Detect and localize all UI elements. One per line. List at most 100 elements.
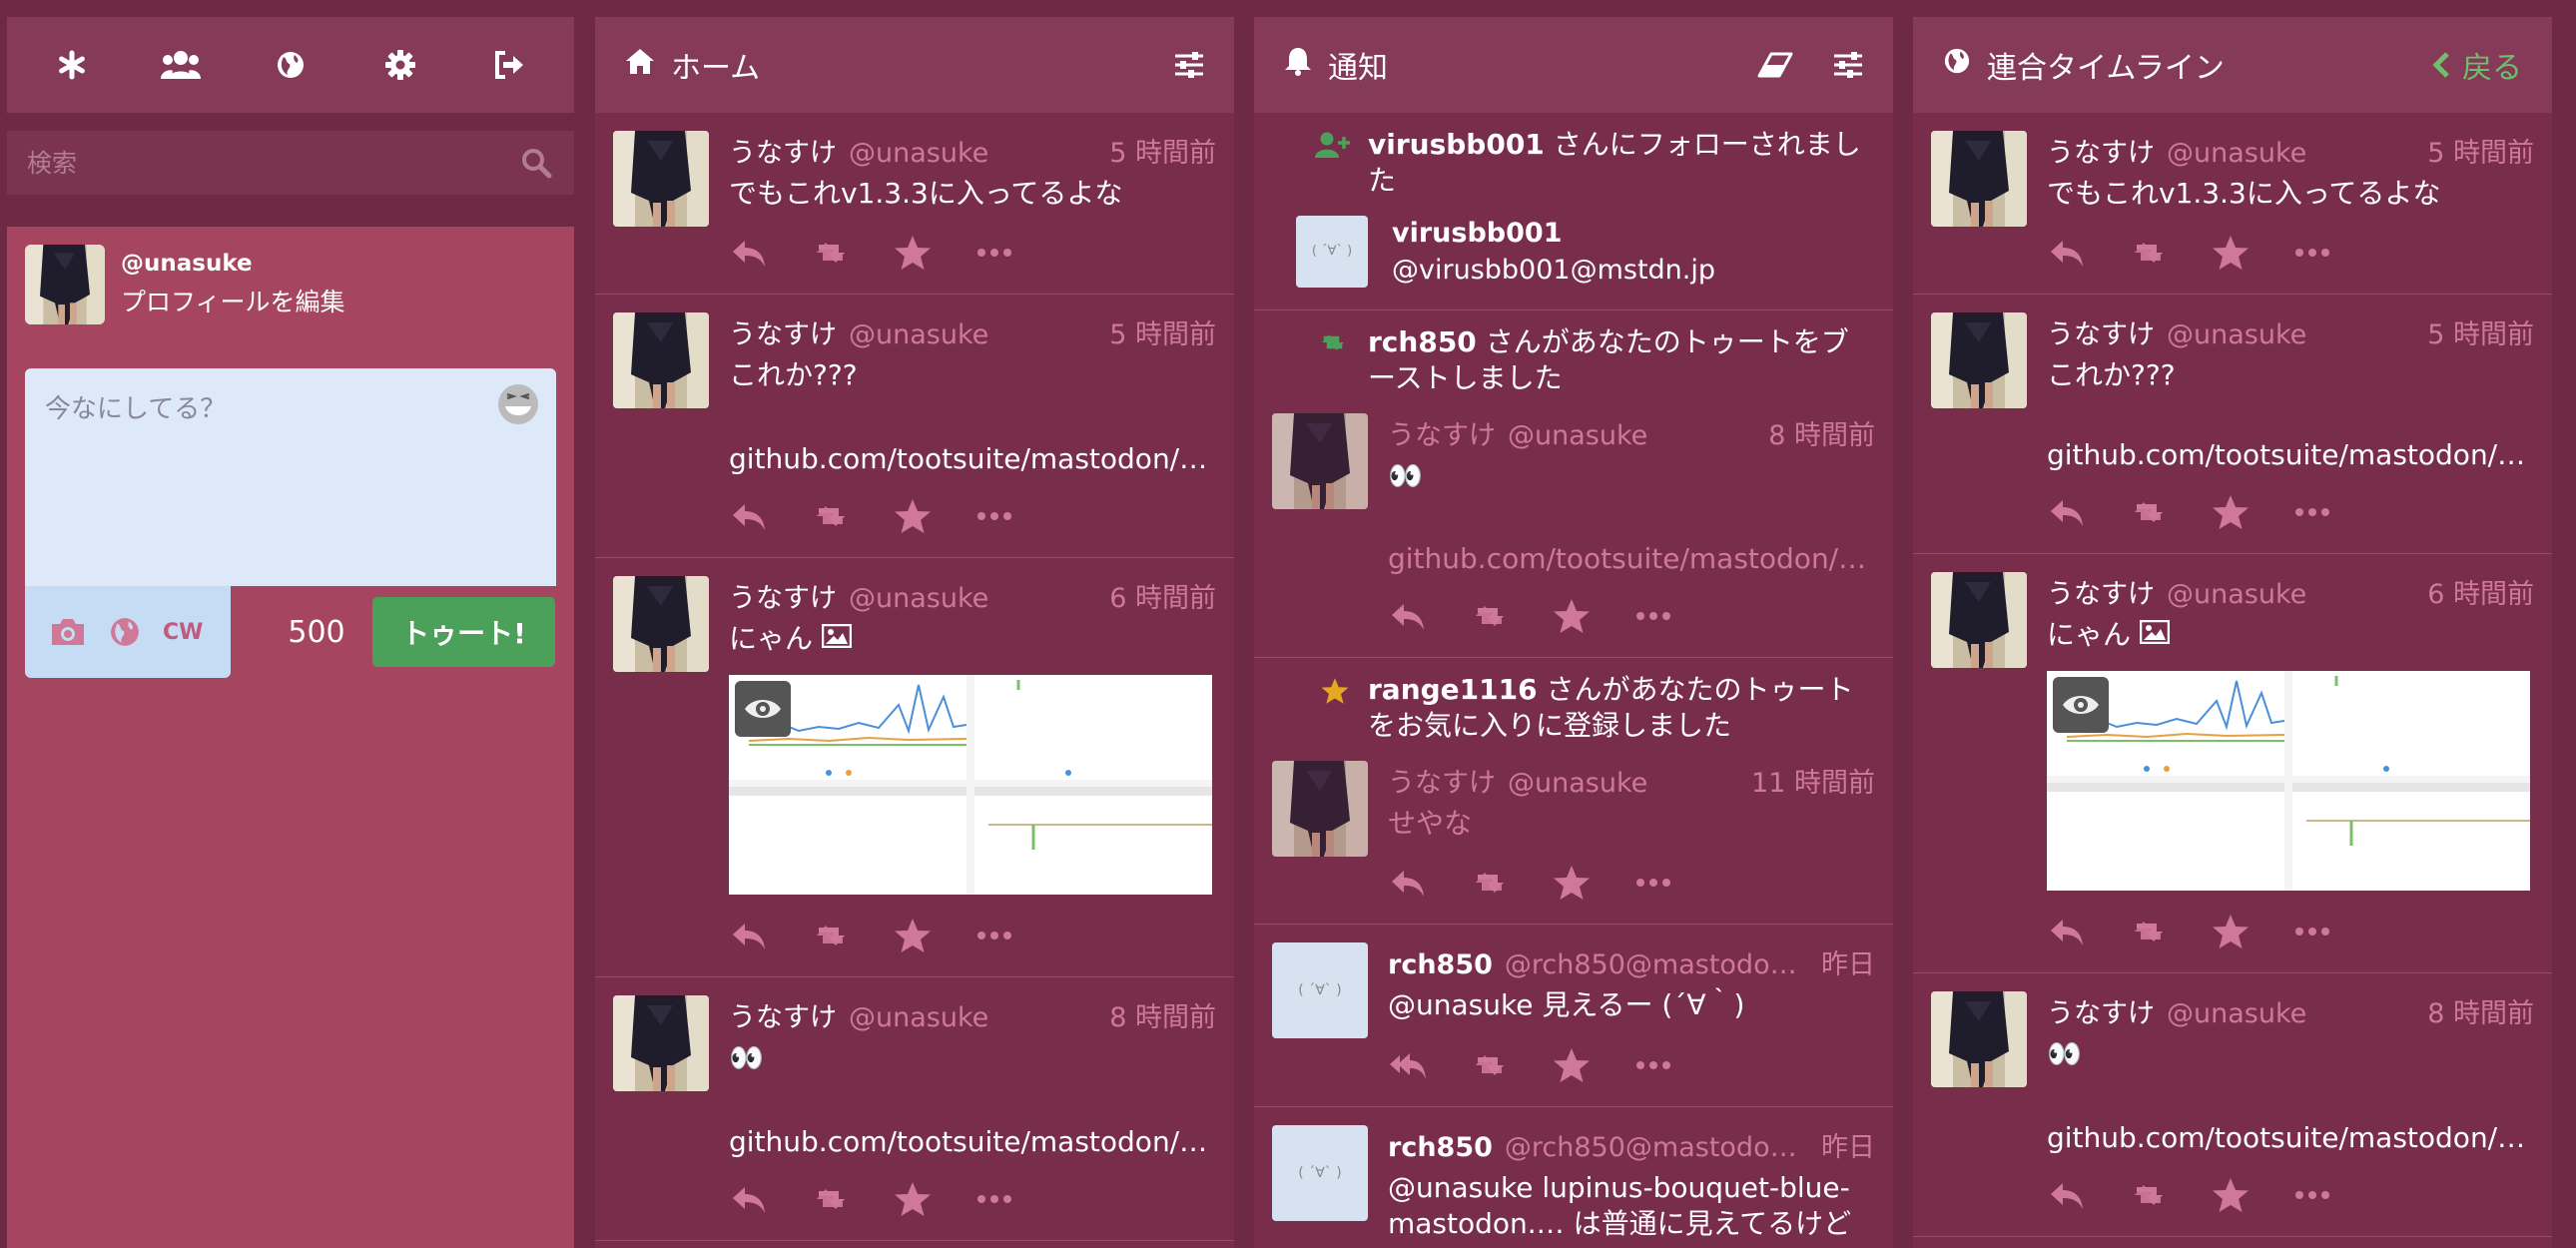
avatar[interactable] (1931, 572, 2027, 668)
federated-column-header[interactable]: 連合タイムライン 戻る (1913, 17, 2552, 113)
timestamp[interactable]: 11 時間前 (1751, 761, 1875, 800)
favourite-icon[interactable] (2211, 907, 2260, 956)
avatar[interactable] (25, 245, 105, 324)
favourite-icon[interactable] (893, 911, 943, 960)
account-handle[interactable]: @unasuke (2167, 998, 2417, 1029)
favourite-icon[interactable] (1552, 1040, 1602, 1090)
display-name[interactable]: うなすけ (1388, 761, 1496, 800)
avatar[interactable] (1931, 131, 2027, 227)
notification-favourite[interactable]: range1116 さんがあなたのトゥートをお気に入りに登録しました うなすけ @… (1254, 658, 1893, 926)
display-name[interactable]: うなすけ (2047, 312, 2155, 351)
follower-account-card[interactable]: ( ´∀` ) virusbb001 @virusbb001@mstdn.jp (1272, 200, 1875, 310)
account-handle[interactable]: @unasuke (2167, 319, 2417, 350)
content-warning-toggle[interactable]: CW (163, 620, 203, 645)
notification-user[interactable]: range1116 (1368, 673, 1538, 706)
avatar[interactable]: ( ´∀` ) (1272, 942, 1368, 1039)
edit-profile-link[interactable]: プロフィールを編集 (121, 283, 345, 318)
status-item[interactable]: うなすけ @unasuke 6 時間前 にゃん (1913, 554, 2552, 974)
column-settings-icon[interactable] (1174, 52, 1204, 78)
more-icon[interactable] (974, 491, 1024, 541)
eye-icon[interactable] (2053, 677, 2109, 734)
timestamp[interactable]: 8 時間前 (1109, 995, 1216, 1034)
status-link[interactable]: github.com/tootsuite/mastodon/… (1388, 542, 1875, 575)
back-button[interactable]: 戻る (2432, 43, 2522, 87)
display-name[interactable]: うなすけ (729, 312, 837, 351)
reply-icon[interactable] (1388, 591, 1438, 641)
logout-icon[interactable] (479, 35, 539, 95)
status-item[interactable]: うなすけ @unasuke 5 時間前 でもこれv1.3.3に入ってるよな (1913, 113, 2552, 296)
display-name[interactable]: うなすけ (2047, 131, 2155, 170)
reply-icon[interactable] (729, 228, 779, 278)
reply-icon[interactable] (729, 911, 779, 960)
reply-all-icon[interactable] (1388, 1040, 1438, 1090)
display-name[interactable]: rch850 (1388, 949, 1493, 980)
status-item[interactable]: うなすけ @unasuke 8 時間前 👀 github.com/tootsuite… (1913, 973, 2552, 1237)
compose-textarea[interactable] (25, 368, 556, 586)
boost-icon[interactable] (2129, 1170, 2179, 1220)
boost-icon[interactable] (2129, 228, 2179, 278)
reply-icon[interactable] (2047, 1170, 2097, 1220)
avatar[interactable]: ( ´∀` ) (1272, 1124, 1368, 1221)
account-handle[interactable]: @unasuke (849, 583, 1099, 614)
search-input[interactable] (27, 148, 554, 178)
account-handle[interactable]: @unasuke (849, 1002, 1099, 1033)
status-item[interactable]: うなすけ @unasuke 5 時間前 これか??? github.com/toot… (1913, 295, 2552, 554)
display-name[interactable]: うなすけ (2047, 572, 2155, 611)
notification-user[interactable]: virusbb001 (1368, 128, 1545, 161)
avatar[interactable] (1272, 413, 1368, 509)
more-icon[interactable] (2292, 1170, 2342, 1220)
status-item[interactable]: うなすけ @unasuke 8 時間前 👀 github.com/tootsuite… (595, 977, 1234, 1241)
display-name[interactable]: うなすけ (729, 995, 837, 1034)
boost-icon[interactable] (811, 911, 861, 960)
notifications-column-header[interactable]: 通知 (1254, 17, 1893, 113)
status-link[interactable]: github.com/tootsuite/mastodon/… (729, 442, 1216, 475)
favourite-icon[interactable] (893, 491, 943, 541)
notification-user[interactable]: rch850 (1368, 325, 1477, 358)
status-item[interactable]: うなすけ @unasuke 5 時間前 でもこれv1.3.3に入ってるよな (595, 113, 1234, 296)
display-name[interactable]: うなすけ (729, 576, 837, 615)
account-handle[interactable]: @unasuke (1508, 768, 1741, 799)
timestamp[interactable]: 5 時間前 (1109, 312, 1216, 351)
reply-icon[interactable] (2047, 228, 2097, 278)
account-handle[interactable]: @unasuke (849, 319, 1099, 350)
more-icon[interactable] (1633, 1040, 1683, 1090)
status-item[interactable]: うなすけ @unasuke 6 時間前 にゃん (595, 558, 1234, 978)
avatar[interactable] (613, 312, 709, 408)
emoji-picker-icon[interactable] (496, 382, 540, 430)
display-name[interactable]: うなすけ (729, 131, 837, 170)
boost-icon[interactable] (811, 491, 861, 541)
avatar[interactable] (613, 576, 709, 672)
more-icon[interactable] (2292, 907, 2342, 956)
clear-notifications-icon[interactable] (1757, 52, 1793, 78)
timestamp[interactable]: 8 時間前 (1768, 413, 1875, 452)
avatar[interactable] (613, 131, 709, 227)
search-icon[interactable] (520, 147, 552, 183)
boost-icon[interactable] (1470, 591, 1520, 641)
account-handle[interactable]: @unasuke (1508, 420, 1758, 451)
globe-icon[interactable] (261, 35, 321, 95)
timestamp[interactable]: 6 時間前 (1109, 576, 1216, 615)
eye-icon[interactable] (735, 681, 791, 738)
mention-status[interactable]: ( ´∀` ) rch850 @rch850@mastodon.85… 昨日 @un… (1254, 1107, 1893, 1243)
timestamp[interactable]: 5 時間前 (2427, 312, 2534, 351)
favourite-icon[interactable] (2211, 1170, 2260, 1220)
boost-icon[interactable] (1470, 858, 1520, 908)
status-item[interactable]: うなすけ @unasuke 8 時間前 👀 github.com/tootsuite… (1272, 397, 1875, 657)
favourite-icon[interactable] (2211, 228, 2260, 278)
timestamp[interactable]: 昨日 (1821, 1125, 1875, 1164)
display-name[interactable]: うなすけ (1388, 413, 1496, 452)
notification-boost[interactable]: rch850 さんがあなたのトゥートをブーストしました うなすけ @unasuke… (1254, 311, 1893, 658)
favourite-icon[interactable] (1552, 591, 1602, 641)
display-name[interactable]: うなすけ (2047, 991, 2155, 1030)
more-icon[interactable] (974, 1174, 1024, 1224)
avatar[interactable]: ( ´∀` ) (1296, 215, 1368, 288)
local-timeline-icon[interactable] (151, 35, 211, 95)
avatar[interactable] (1931, 991, 2027, 1087)
media-attachment[interactable] (729, 675, 1212, 896)
account-handle[interactable]: @unasuke (2167, 579, 2417, 610)
avatar[interactable] (1931, 312, 2027, 408)
account-handle[interactable]: @rch850@mastodon.85… (1505, 949, 1811, 980)
more-icon[interactable] (974, 228, 1024, 278)
timestamp[interactable]: 5 時間前 (2427, 131, 2534, 170)
more-icon[interactable] (1633, 591, 1683, 641)
